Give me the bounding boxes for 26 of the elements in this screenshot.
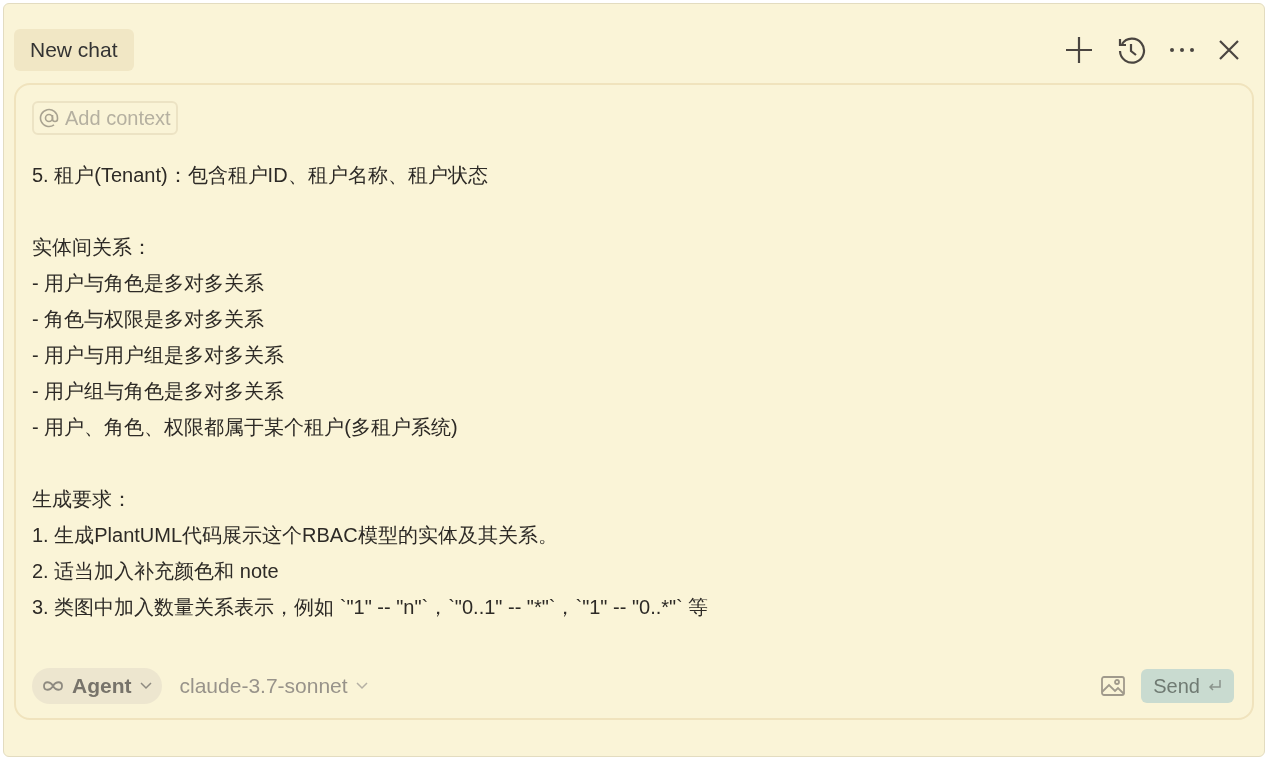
chevron-down-icon bbox=[355, 682, 368, 690]
message-input[interactable] bbox=[14, 83, 1254, 720]
message-line: - 用户、角色、权限都属于某个租户(多租户系统) bbox=[32, 415, 458, 440]
chevron-down-icon bbox=[139, 682, 152, 690]
send-button[interactable]: Send bbox=[1141, 669, 1234, 703]
infinity-icon bbox=[42, 680, 64, 692]
mode-selector[interactable]: Agent bbox=[32, 668, 162, 704]
message-line: 实体间关系： bbox=[32, 235, 152, 260]
model-selector[interactable]: claude-3.7-sonnet bbox=[179, 670, 368, 702]
return-icon bbox=[1208, 679, 1222, 693]
message-line: 生成要求： bbox=[32, 487, 132, 512]
message-line: - 用户与角色是多对多关系 bbox=[32, 271, 265, 296]
chat-tab[interactable]: New chat bbox=[14, 29, 134, 71]
at-sign-icon bbox=[39, 108, 59, 128]
history-icon[interactable] bbox=[1116, 35, 1146, 65]
message-line: - 用户组与角色是多对多关系 bbox=[32, 379, 285, 404]
message-line: 1. 生成PlantUML代码展示这个RBAC模型的实体及其关系。 bbox=[32, 523, 558, 548]
message-line: - 用户与用户组是多对多关系 bbox=[32, 343, 285, 368]
close-icon[interactable] bbox=[1218, 39, 1240, 61]
plus-icon[interactable] bbox=[1064, 35, 1094, 65]
message-line: 2. 适当加入补充颜色和 note bbox=[32, 559, 279, 584]
message-line: - 角色与权限是多对多关系 bbox=[32, 307, 265, 332]
message-line: 5. 租户(Tenant)：包含租户ID、租户名称、租户状态 bbox=[32, 163, 488, 188]
more-icon[interactable] bbox=[1168, 46, 1196, 54]
message-line: 3. 类图中加入数量关系表示，例如 `"1" -- "n"`，`"0..1" -- "*"`，`"1" -- "0..*"` 等 bbox=[32, 595, 709, 620]
add-context-button[interactable]: Add context bbox=[32, 101, 178, 135]
